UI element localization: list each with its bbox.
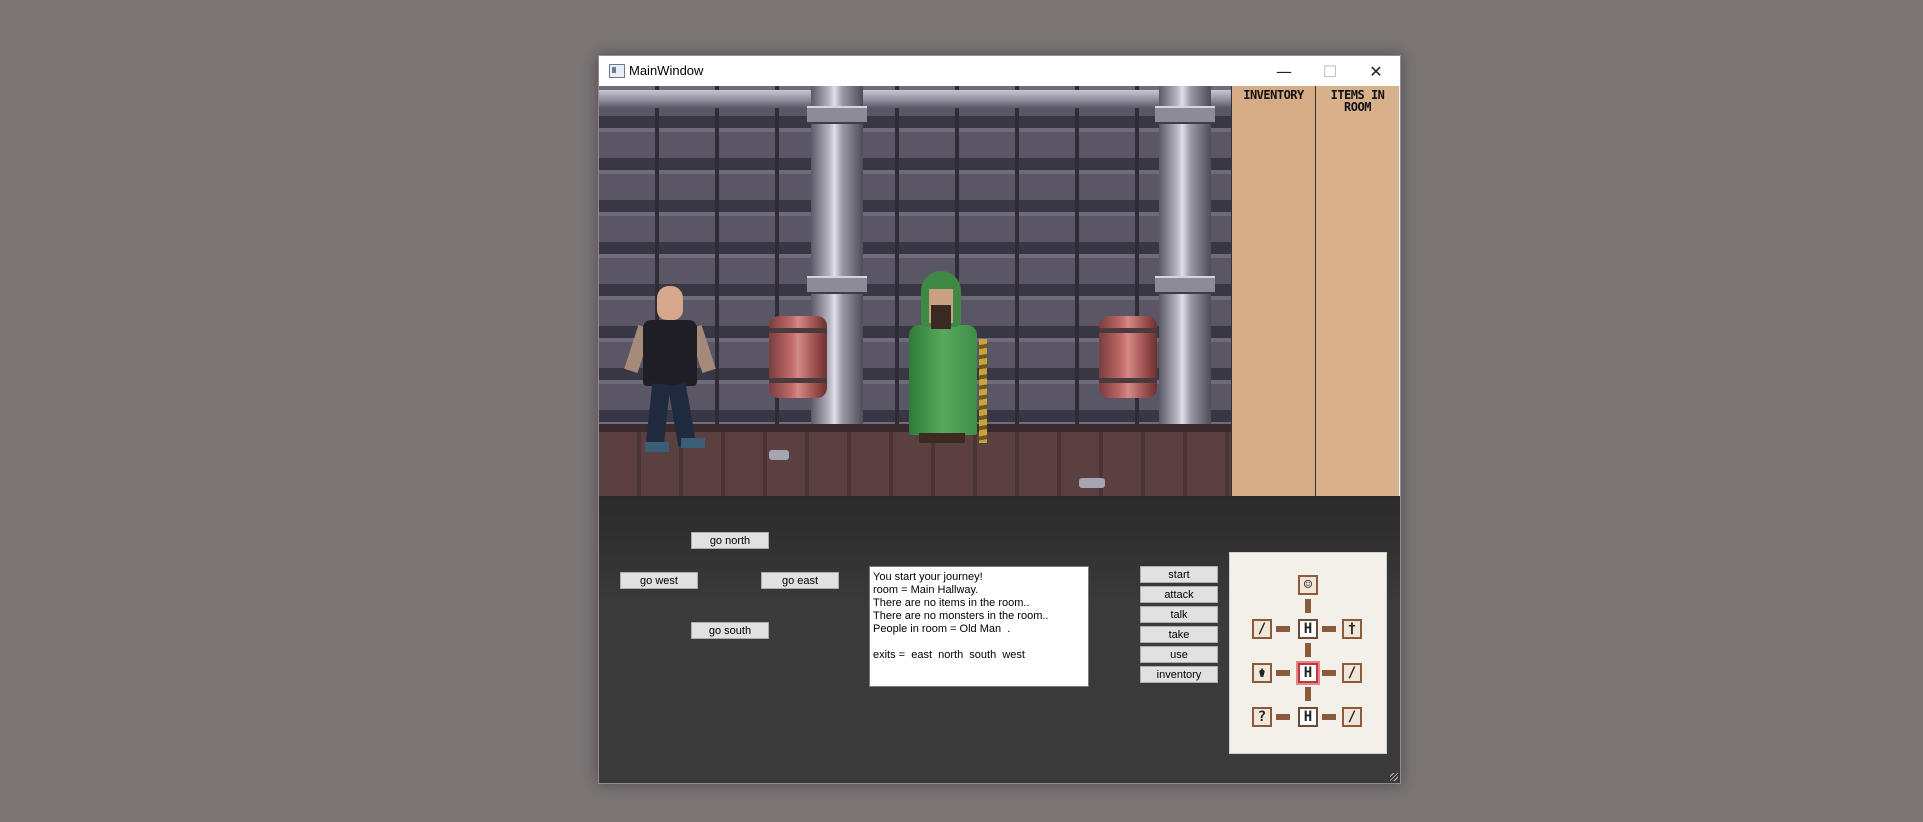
go-west-button[interactable]: go west [620,572,698,589]
go-south-button[interactable]: go south [691,622,769,639]
map-connector [1305,599,1311,613]
output-line: There are no monsters in the room.. [873,610,1049,622]
game-output[interactable]: You start your journey! room = Main Hall… [869,566,1089,687]
close-button[interactable]: ✕ [1353,56,1399,86]
rock [769,450,789,460]
minimize-button[interactable]: — [1261,56,1307,86]
barrel [1099,316,1157,398]
items-title: ITEMS IN ROOM [1330,88,1385,114]
vertical-pipe [1155,86,1215,424]
dagger-icon: † [1342,619,1362,639]
map-connector [1322,626,1336,632]
app-icon [609,64,625,78]
map-cell-hallway: H [1298,707,1318,727]
output-line: There are no items in the room.. [873,597,1030,609]
go-east-button[interactable]: go east [761,572,839,589]
talk-button[interactable]: talk [1140,606,1218,623]
attack-button[interactable]: attack [1140,586,1218,603]
map-connector [1305,643,1311,657]
output-line: exits = east north south west [873,649,1025,661]
take-button[interactable]: take [1140,626,1218,643]
horizontal-pipe [599,90,1231,108]
use-button[interactable]: use [1140,646,1218,663]
output-line: You start your journey! [873,571,983,583]
control-area: go north go west go east go south You st… [599,496,1400,783]
inventory-button[interactable]: inventory [1140,666,1218,683]
player-character [624,286,717,456]
inventory-title: INVENTORY [1243,88,1304,102]
map-connector [1322,714,1336,720]
old-man-npc [907,271,997,451]
sword-icon: / [1342,663,1362,683]
resize-grip[interactable] [1390,773,1398,781]
map-connector [1322,670,1336,676]
map-connector [1305,687,1311,701]
map-connector [1276,714,1290,720]
inventory-panel[interactable]: INVENTORY [1231,86,1315,496]
output-line: People in room = Old Man . [873,623,1011,635]
map-cell-current: H [1298,663,1318,683]
items-in-room-panel[interactable]: ITEMS IN ROOM [1315,86,1399,496]
sword-icon: / [1252,619,1272,639]
title-bar[interactable]: MainWindow — ☐ ✕ [599,56,1400,86]
minimap: ☺ / H † ⚱ H / ? H / [1229,552,1387,754]
face-icon: ☺ [1298,575,1318,595]
go-north-button[interactable]: go north [691,532,769,549]
output-line: room = Main Hallway. [873,584,979,596]
map-cell-unknown: ? [1252,707,1272,727]
window-title: MainWindow [629,63,704,78]
potion-icon: ⚱ [1252,663,1272,683]
maximize-button[interactable]: ☐ [1307,56,1353,86]
map-connector [1276,626,1290,632]
map-cell-hallway: H [1298,619,1318,639]
map-connector [1276,670,1290,676]
main-window: MainWindow — ☐ ✕ INVENTORY ITEMS IN ROOM… [598,55,1401,784]
game-scene [599,86,1231,496]
start-button[interactable]: start [1140,566,1218,583]
rock [1079,478,1105,488]
sword-icon: / [1342,707,1362,727]
barrel [769,316,827,398]
